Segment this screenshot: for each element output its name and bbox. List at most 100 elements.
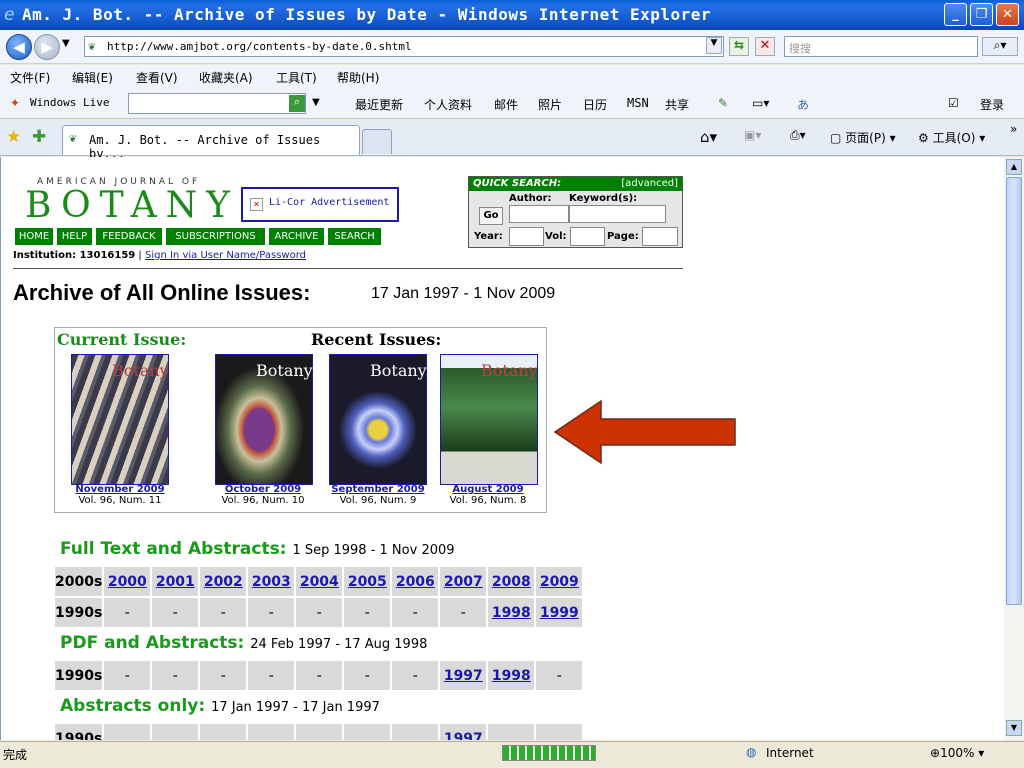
favorites-star-icon[interactable]: ★ (6, 127, 21, 147)
nav-feedback[interactable]: FEEDBACK (96, 228, 162, 245)
refresh-icon[interactable]: ⇆ (729, 37, 749, 56)
year-link[interactable]: 2007 (444, 574, 483, 590)
nav-help[interactable]: HELP (57, 228, 92, 245)
live-search-input[interactable]: ⌕ (128, 93, 306, 114)
year-cell: 2005 (344, 567, 391, 596)
tab-current-page[interactable]: ❦ Am. J. Bot. -- Archive of Issues by... (62, 125, 360, 161)
windows-live-label[interactable]: Windows Live (30, 96, 109, 109)
year-link[interactable]: 1999 (540, 605, 579, 621)
stop-icon[interactable]: ✕ (755, 37, 775, 56)
pdf-section-title: PDF and Abstracts: 24 Feb 1997 - 17 Aug … (60, 633, 428, 653)
year-link[interactable]: 2008 (492, 574, 531, 590)
scroll-down-icon[interactable]: ▼ (1006, 720, 1022, 736)
nav-subscriptions[interactable]: SUBSCRIPTIONS (166, 228, 265, 245)
cover-september-2009[interactable]: Botany (329, 354, 427, 485)
menu-help[interactable]: 帮助(H) (337, 69, 379, 86)
minimize-button[interactable]: _ (944, 3, 967, 26)
year-link[interactable]: 2003 (252, 574, 291, 590)
history-dropdown-icon[interactable]: ▼ (62, 38, 70, 49)
cover-august-2009[interactable]: Botany (440, 354, 538, 485)
empty-year-cell: - (152, 598, 199, 627)
year-cell: 1999 (536, 598, 583, 627)
year-link[interactable]: 2000 (108, 574, 147, 590)
ie-logo-icon: e (4, 5, 15, 25)
live-link-calendar[interactable]: 日历 (583, 96, 607, 113)
live-link-recent[interactable]: 最近更新 (355, 96, 403, 113)
signin-link[interactable]: Sign In via User Name/Password (145, 250, 306, 261)
live-link-msn[interactable]: MSN (627, 96, 649, 110)
year-link[interactable]: 2004 (300, 574, 339, 590)
zoom-control[interactable]: ⊕100% ▾ (930, 746, 984, 760)
maximize-button[interactable]: ❐ (970, 3, 993, 26)
advanced-search-link[interactable]: [advanced] (621, 178, 678, 189)
year-link[interactable]: 2001 (156, 574, 195, 590)
translate-icon[interactable]: あ (797, 96, 809, 113)
menu-tools[interactable]: 工具(T) (276, 69, 317, 86)
author-input[interactable] (509, 205, 569, 223)
toolbar-overflow-icon[interactable]: » (1010, 122, 1017, 136)
search-input[interactable]: 搜搜 (784, 36, 978, 57)
live-link-profile[interactable]: 个人资料 (424, 96, 472, 113)
messenger-icon[interactable]: ▭▾ (752, 96, 769, 110)
home-icon[interactable]: ⌂▾ (700, 128, 717, 146)
year-link[interactable]: 1998 (492, 605, 531, 621)
vol-input[interactable] (570, 227, 605, 246)
menu-file[interactable]: 文件(F) (10, 69, 50, 86)
page-input[interactable] (642, 227, 678, 246)
live-link-photos[interactable]: 照片 (538, 96, 562, 113)
close-button[interactable]: ✕ (996, 3, 1019, 26)
cover-november-2009[interactable]: Botany (71, 354, 169, 485)
menu-edit[interactable]: 编辑(E) (72, 69, 113, 86)
licor-advertisement[interactable]: × Li-Cor Advertisement (241, 187, 399, 222)
menu-view[interactable]: 查看(V) (136, 69, 178, 86)
year-cell: 1997 (440, 724, 487, 741)
decade-label: 1990s (55, 661, 103, 690)
search-icon[interactable]: ⌕▾ (982, 37, 1018, 56)
nav-archive[interactable]: ARCHIVE (269, 228, 324, 245)
keywords-input[interactable] (569, 205, 666, 223)
zoom-level: 100% (940, 746, 975, 760)
scroll-up-icon[interactable]: ▲ (1006, 159, 1022, 175)
cover-october-2009[interactable]: Botany (215, 354, 313, 485)
blog-icon[interactable]: ✎ (718, 96, 728, 110)
print-icon[interactable]: ⎙▾ (790, 128, 806, 143)
add-favorite-icon[interactable]: ✚ (32, 127, 46, 147)
year-link[interactable]: 1998 (492, 668, 531, 684)
issue-link-september[interactable]: September 2009 (318, 484, 438, 495)
vertical-scrollbar[interactable]: ▲ ▼ (1004, 157, 1024, 740)
issue-link-november[interactable]: November 2009 (60, 484, 180, 495)
year-link[interactable]: 2002 (204, 574, 243, 590)
feeds-icon[interactable]: ▣▾ (744, 128, 761, 142)
go-button[interactable]: Go (479, 207, 503, 225)
tab-favicon-icon: ❦ (69, 131, 77, 145)
address-input[interactable]: ❦ http://www.amjbot.org/contents-by-date… (84, 36, 724, 57)
live-link-mail[interactable]: 邮件 (494, 96, 518, 113)
year-link[interactable]: 1997 (444, 668, 483, 684)
empty-year-cell: - (200, 598, 247, 627)
nav-search[interactable]: SEARCH (328, 228, 381, 245)
year-link[interactable]: 2006 (396, 574, 435, 590)
checkbox-icon[interactable]: ☑ (948, 96, 959, 110)
menu-favorites[interactable]: 收藏夹(A) (199, 69, 253, 86)
tools-menu[interactable]: ⚙ 工具(O) ▾ (918, 129, 985, 146)
live-search-dropdown-icon[interactable]: ▼ (312, 97, 320, 108)
address-dropdown-icon[interactable]: ▼ (706, 37, 722, 54)
new-tab-button[interactable] (362, 129, 392, 154)
back-button[interactable]: ◀ (6, 34, 32, 60)
year-link[interactable]: 2005 (348, 574, 387, 590)
live-search-go-icon[interactable]: ⌕ (289, 95, 305, 112)
live-link-share[interactable]: 共享 (665, 96, 689, 113)
nav-home[interactable]: HOME (15, 228, 53, 245)
year-link[interactable]: 2009 (540, 574, 579, 590)
forward-button[interactable]: ▶ (34, 34, 60, 60)
year-link[interactable]: 1997 (444, 731, 483, 741)
logo-botany[interactable]: BOTANY (25, 185, 239, 226)
year-input[interactable] (509, 227, 544, 246)
page-menu[interactable]: ▢ 页面(P) ▾ (830, 129, 896, 146)
menu-bar: 文件(F) 编辑(E) 查看(V) 收藏夹(A) 工具(T) 帮助(H) (0, 65, 1024, 89)
scroll-thumb[interactable] (1006, 177, 1022, 605)
decade-label: 2000s (55, 567, 103, 596)
issue-link-august[interactable]: August 2009 (428, 484, 548, 495)
issue-link-october[interactable]: October 2009 (203, 484, 323, 495)
login-link[interactable]: 登录 (980, 96, 1004, 113)
